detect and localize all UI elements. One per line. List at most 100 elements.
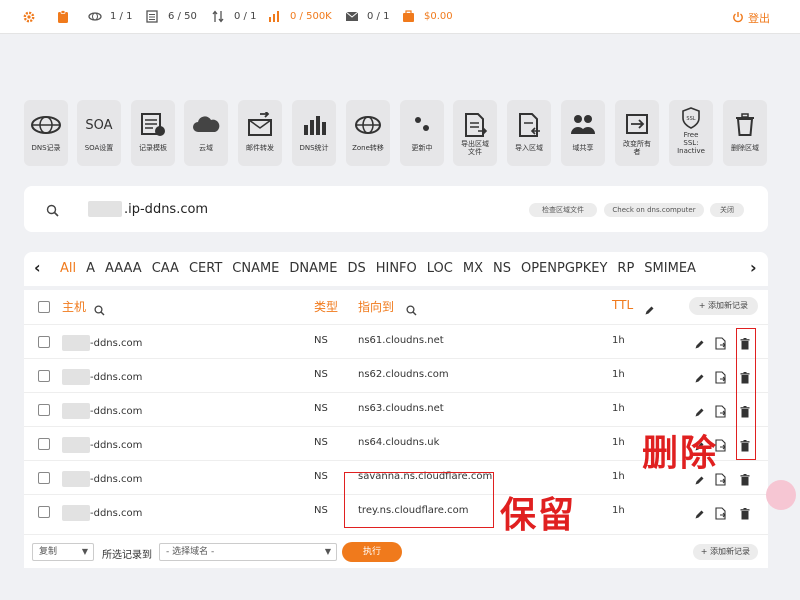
row-host: -ddns.com (62, 471, 142, 487)
tab-a[interactable]: A (86, 261, 95, 276)
row-points-to: ns64.cloudns.uk (358, 437, 440, 448)
tool-free-ssl[interactable]: SSL Free SSL: Inactive (669, 100, 713, 166)
tab-cname[interactable]: CNAME (232, 261, 279, 276)
domain-select[interactable]: - 选择域名 - ▼ (159, 543, 337, 561)
header-type: 类型 (314, 300, 339, 314)
add-record-bottom-button[interactable]: + 添加新记录 (692, 544, 758, 560)
edit-pencil-icon[interactable] (694, 403, 705, 422)
clipboard-icon[interactable] (57, 9, 69, 28)
row-checkbox[interactable] (38, 438, 50, 450)
zones-usage-value: 1 / 1 (110, 11, 133, 22)
mail-forward-icon (248, 110, 272, 136)
search-icon[interactable] (46, 202, 59, 221)
selected-to-label: 所选记录到 (102, 550, 152, 561)
logout-button[interactable]: 登出 (732, 10, 770, 26)
close-button[interactable]: 关闭 (710, 203, 744, 217)
edit-pencil-icon[interactable] (694, 369, 705, 388)
host-search-icon[interactable] (94, 301, 105, 320)
tool-dns-stats[interactable]: DNS统计 (292, 100, 336, 166)
tab-mx[interactable]: MX (463, 261, 483, 276)
tool-soa-settings[interactable]: SOA SOA设置 (77, 100, 121, 166)
copy-select[interactable]: 复制 ▼ (32, 543, 94, 561)
tool-export-zone[interactable]: 导出区域 文件 (453, 100, 497, 166)
tool-cloud-domain[interactable]: 云域 (184, 100, 228, 166)
floating-helper-button[interactable] (766, 480, 796, 510)
chevron-left-icon[interactable]: ‹ (34, 258, 41, 277)
duplicate-record-icon[interactable] (714, 335, 727, 354)
tab-hinfo[interactable]: HINFO (376, 261, 417, 276)
tab-caa[interactable]: CAA (152, 261, 179, 276)
zone-domain-suffix: .ip-ddns.com (124, 201, 209, 217)
tool-dns-records[interactable]: DNS记录 (24, 100, 68, 166)
globe-transfer-icon (355, 116, 381, 134)
row-checkbox[interactable] (38, 370, 50, 382)
row-type: NS (314, 403, 328, 414)
tab-loc[interactable]: LOC (427, 261, 453, 276)
edit-pencil-icon[interactable] (694, 505, 705, 524)
row-checkbox[interactable] (38, 472, 50, 484)
tab-aaaa[interactable]: AAAA (105, 261, 142, 276)
duplicate-record-icon[interactable] (714, 505, 727, 524)
row-type: NS (314, 335, 328, 346)
tab-dname[interactable]: DNAME (289, 261, 337, 276)
edit-ttl-pencil-icon[interactable] (644, 301, 655, 320)
row-ttl: 1h (612, 505, 625, 516)
row-ttl: 1h (612, 369, 625, 380)
check-zone-file-button[interactable]: 检查区域文件 (529, 203, 597, 217)
duplicate-record-icon[interactable] (714, 369, 727, 388)
tool-zone-transfer[interactable]: Zone转移 (346, 100, 390, 166)
change-owner-icon (626, 114, 648, 134)
zone-domain-name: .ip-ddns.com (88, 201, 208, 217)
tab-cert[interactable]: CERT (189, 261, 222, 276)
chart-icon (268, 10, 281, 23)
tab-rp[interactable]: RP (617, 261, 634, 276)
row-checkbox[interactable] (38, 404, 50, 416)
tool-delete-zone[interactable]: 删除区域 (723, 100, 767, 166)
record-type-tabs: ‹ All A AAAA CAA CERT CNAME DNAME DS HIN… (24, 252, 768, 286)
queries-usage: 0 / 500K (268, 10, 332, 23)
records-usage-value: 6 / 50 (168, 11, 197, 22)
redacted-block (62, 369, 90, 385)
edit-pencil-icon[interactable] (694, 335, 705, 354)
tool-updating[interactable]: 更新中 (400, 100, 444, 166)
row-checkbox[interactable] (38, 506, 50, 518)
keep-highlight-box (344, 472, 494, 528)
table-row: -ddns.com NS ns63.cloudns.net 1h (24, 392, 768, 426)
points-to-search-icon[interactable] (406, 301, 417, 320)
select-all-checkbox[interactable] (38, 301, 50, 313)
row-host-text: -ddns.com (90, 507, 143, 519)
row-host: -ddns.com (62, 505, 142, 521)
tab-openpgpkey[interactable]: OPENPGPKEY (521, 261, 607, 276)
tab-smimea[interactable]: SMIMEA (644, 261, 696, 276)
delete-trash-icon[interactable] (740, 505, 750, 524)
row-type: NS (314, 437, 328, 448)
transfer-usage: 0 / 1 (212, 10, 256, 23)
tool-change-owner[interactable]: 改变所有 者 (615, 100, 659, 166)
tool-import-zone[interactable]: 导入区域 (507, 100, 551, 166)
row-ttl: 1h (612, 403, 625, 414)
delete-trash-icon[interactable] (740, 471, 750, 490)
redacted-block (62, 505, 90, 521)
row-host: -ddns.com (62, 369, 142, 385)
row-points-to: ns63.cloudns.net (358, 403, 444, 414)
chevron-right-icon[interactable]: › (746, 258, 761, 277)
tool-domain-share[interactable]: 域共享 (561, 100, 605, 166)
settings-gear-icon[interactable] (22, 9, 36, 28)
row-host: -ddns.com (62, 403, 142, 419)
tab-ds[interactable]: DS (347, 261, 365, 276)
tab-all[interactable]: All (60, 261, 76, 276)
tool-label: 记录模板 (139, 144, 167, 152)
tool-record-templates[interactable]: 记录模板 (131, 100, 175, 166)
wallet-icon (402, 10, 415, 23)
tool-mail-forward[interactable]: 邮件转发 (238, 100, 282, 166)
check-on-dns-computer-button[interactable]: Check on dns.computer (604, 203, 704, 217)
table-row: -ddns.com NS ns62.cloudns.com 1h (24, 358, 768, 392)
row-checkbox[interactable] (38, 336, 50, 348)
add-record-button[interactable]: + 添加新记录 (688, 297, 758, 315)
svg-text:SSL: SSL (686, 116, 695, 122)
duplicate-record-icon[interactable] (714, 403, 727, 422)
execute-button[interactable]: 执行 (342, 542, 402, 562)
chevron-down-icon: ▼ (81, 547, 88, 556)
tab-ns[interactable]: NS (493, 261, 511, 276)
power-icon (732, 11, 744, 26)
